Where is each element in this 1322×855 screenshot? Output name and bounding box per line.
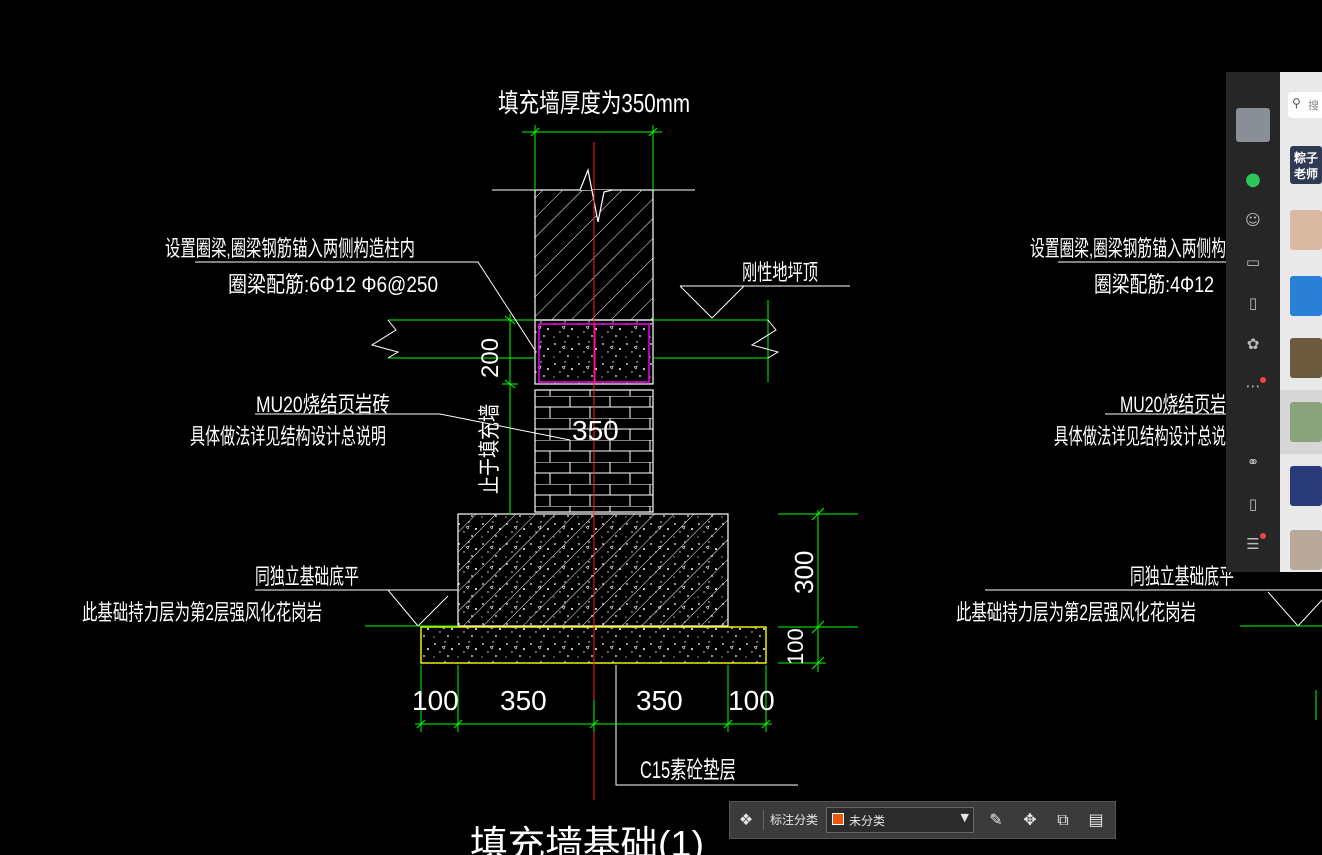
dim-100-vertical-text: 100 bbox=[783, 628, 808, 665]
link-icon[interactable]: ⚭ bbox=[1243, 452, 1263, 472]
menu-notification-dot bbox=[1260, 533, 1266, 539]
search-box[interactable]: ⚲ 搜 bbox=[1288, 92, 1322, 118]
annotation-toolbar: ❖ 标注分类 未分类 ▼ ✎ ✥ ⧉ ▤ bbox=[729, 801, 1116, 839]
wall-side-label: 止于填充墙 bbox=[477, 404, 502, 494]
brick-note: MU20烧结页岩砖 bbox=[256, 392, 390, 417]
chat-side-panel: ● ☺ ▭ ▯ ✿ ⋯ ⚭ ▯ ☰ ⚲ 搜 粽子 老师 bbox=[1226, 72, 1322, 572]
dim-300-text: 300 bbox=[789, 551, 819, 594]
search-placeholder: 搜 bbox=[1308, 99, 1319, 112]
chat-item-avatar[interactable] bbox=[1290, 402, 1322, 442]
floor-break-left bbox=[370, 319, 400, 359]
chat-nav-rail: ● ☺ ▭ ▯ ✿ ⋯ ⚭ ▯ ☰ bbox=[1226, 72, 1280, 572]
avatar[interactable] bbox=[1236, 108, 1270, 142]
cushion-label: C15素砼垫层 bbox=[640, 757, 736, 784]
dim-200-text: 200 bbox=[477, 338, 504, 378]
dim-bottom-1: 100 bbox=[412, 685, 459, 716]
dim-bottom-2: 350 bbox=[500, 685, 547, 716]
right-ring-beam-note: 设置圈梁,圈梁钢筋锚入两侧构 bbox=[1030, 236, 1226, 261]
dim-bottom-3: 350 bbox=[636, 685, 683, 716]
moments-icon[interactable]: ✿ bbox=[1243, 334, 1263, 354]
chat-icon[interactable]: ● bbox=[1243, 170, 1263, 190]
group-name-line2: 老师 bbox=[1294, 167, 1319, 181]
right-brick-detail-note: 具体做法详见结构设计总说 bbox=[1054, 424, 1226, 449]
edit-icon[interactable]: ✎ bbox=[986, 810, 1006, 830]
contacts-icon[interactable]: ☺ bbox=[1243, 210, 1263, 230]
group-chat-item[interactable]: 粽子 老师 bbox=[1290, 146, 1322, 184]
detail-title: 填充墙基础(1) bbox=[470, 823, 704, 855]
chat-item-avatar[interactable] bbox=[1290, 276, 1322, 316]
chat-item-avatar[interactable] bbox=[1290, 210, 1322, 250]
more-notification-dot bbox=[1260, 377, 1266, 383]
dim-350-center: 350 bbox=[572, 415, 619, 446]
copy-icon[interactable]: ⧉ bbox=[1053, 810, 1073, 830]
toolbar-divider bbox=[763, 810, 764, 830]
annotation-category-select[interactable]: 未分类 ▼ bbox=[826, 807, 974, 833]
chat-item-avatar[interactable] bbox=[1290, 466, 1322, 506]
wall-thickness-label: 填充墙厚度为350mm bbox=[498, 88, 690, 118]
right-foundation-note: 同独立基础底平 bbox=[1130, 564, 1234, 589]
floor-level-marker bbox=[679, 285, 850, 319]
cad-drawing: 填充墙厚度为350mm 设置圈梁,圈梁钢筋锚入两侧构造柱内 圈梁配筋:6Φ12 … bbox=[82, 88, 1322, 855]
grid-icon[interactable]: ❖ bbox=[736, 810, 756, 830]
floor-break-right bbox=[750, 319, 780, 359]
bearing-layer-note: 此基础持力层为第2层强风化花岗岩 bbox=[82, 600, 322, 625]
annotation-category-label: 标注分类 bbox=[770, 813, 819, 827]
folder-icon[interactable]: ▯ bbox=[1243, 293, 1263, 313]
category-color-swatch bbox=[832, 813, 844, 825]
category-selected-value: 未分类 bbox=[849, 814, 886, 828]
chat-list: ⚲ 搜 粽子 老师 bbox=[1280, 72, 1322, 572]
box-icon[interactable]: ▭ bbox=[1243, 252, 1263, 272]
paste-icon[interactable]: ▤ bbox=[1086, 810, 1106, 830]
dim-bottom-4: 100 bbox=[728, 685, 775, 716]
phone-icon[interactable]: ▯ bbox=[1243, 494, 1263, 514]
chat-item-avatar[interactable] bbox=[1290, 530, 1322, 570]
move-icon[interactable]: ✥ bbox=[1020, 810, 1040, 830]
right-bearing-layer-note: 此基础持力层为第2层强风化花岗岩 bbox=[956, 600, 1196, 625]
ring-beam-note: 设置圈梁,圈梁钢筋锚入两侧构造柱内 bbox=[165, 236, 415, 261]
right-ring-beam-rebar: 圈梁配筋:4Φ12 bbox=[1094, 272, 1214, 297]
ring-beam-rebar-note: 圈梁配筋:6Φ12 Φ6@250 bbox=[228, 272, 438, 297]
chevron-down-icon: ▼ bbox=[960, 811, 969, 824]
search-icon: ⚲ bbox=[1292, 96, 1301, 110]
brick-detail-note: 具体做法详见结构设计总说明 bbox=[190, 424, 386, 449]
foundation-note: 同独立基础底平 bbox=[255, 564, 359, 589]
footing-aggregate bbox=[458, 514, 728, 626]
chat-item-avatar[interactable] bbox=[1290, 338, 1322, 378]
right-brick-note: MU20烧结页岩 bbox=[1120, 392, 1226, 417]
dim-top bbox=[522, 125, 662, 190]
group-name-line1: 粽子 bbox=[1294, 151, 1319, 165]
rigid-floor-top-label: 刚性地坪顶 bbox=[742, 260, 818, 285]
